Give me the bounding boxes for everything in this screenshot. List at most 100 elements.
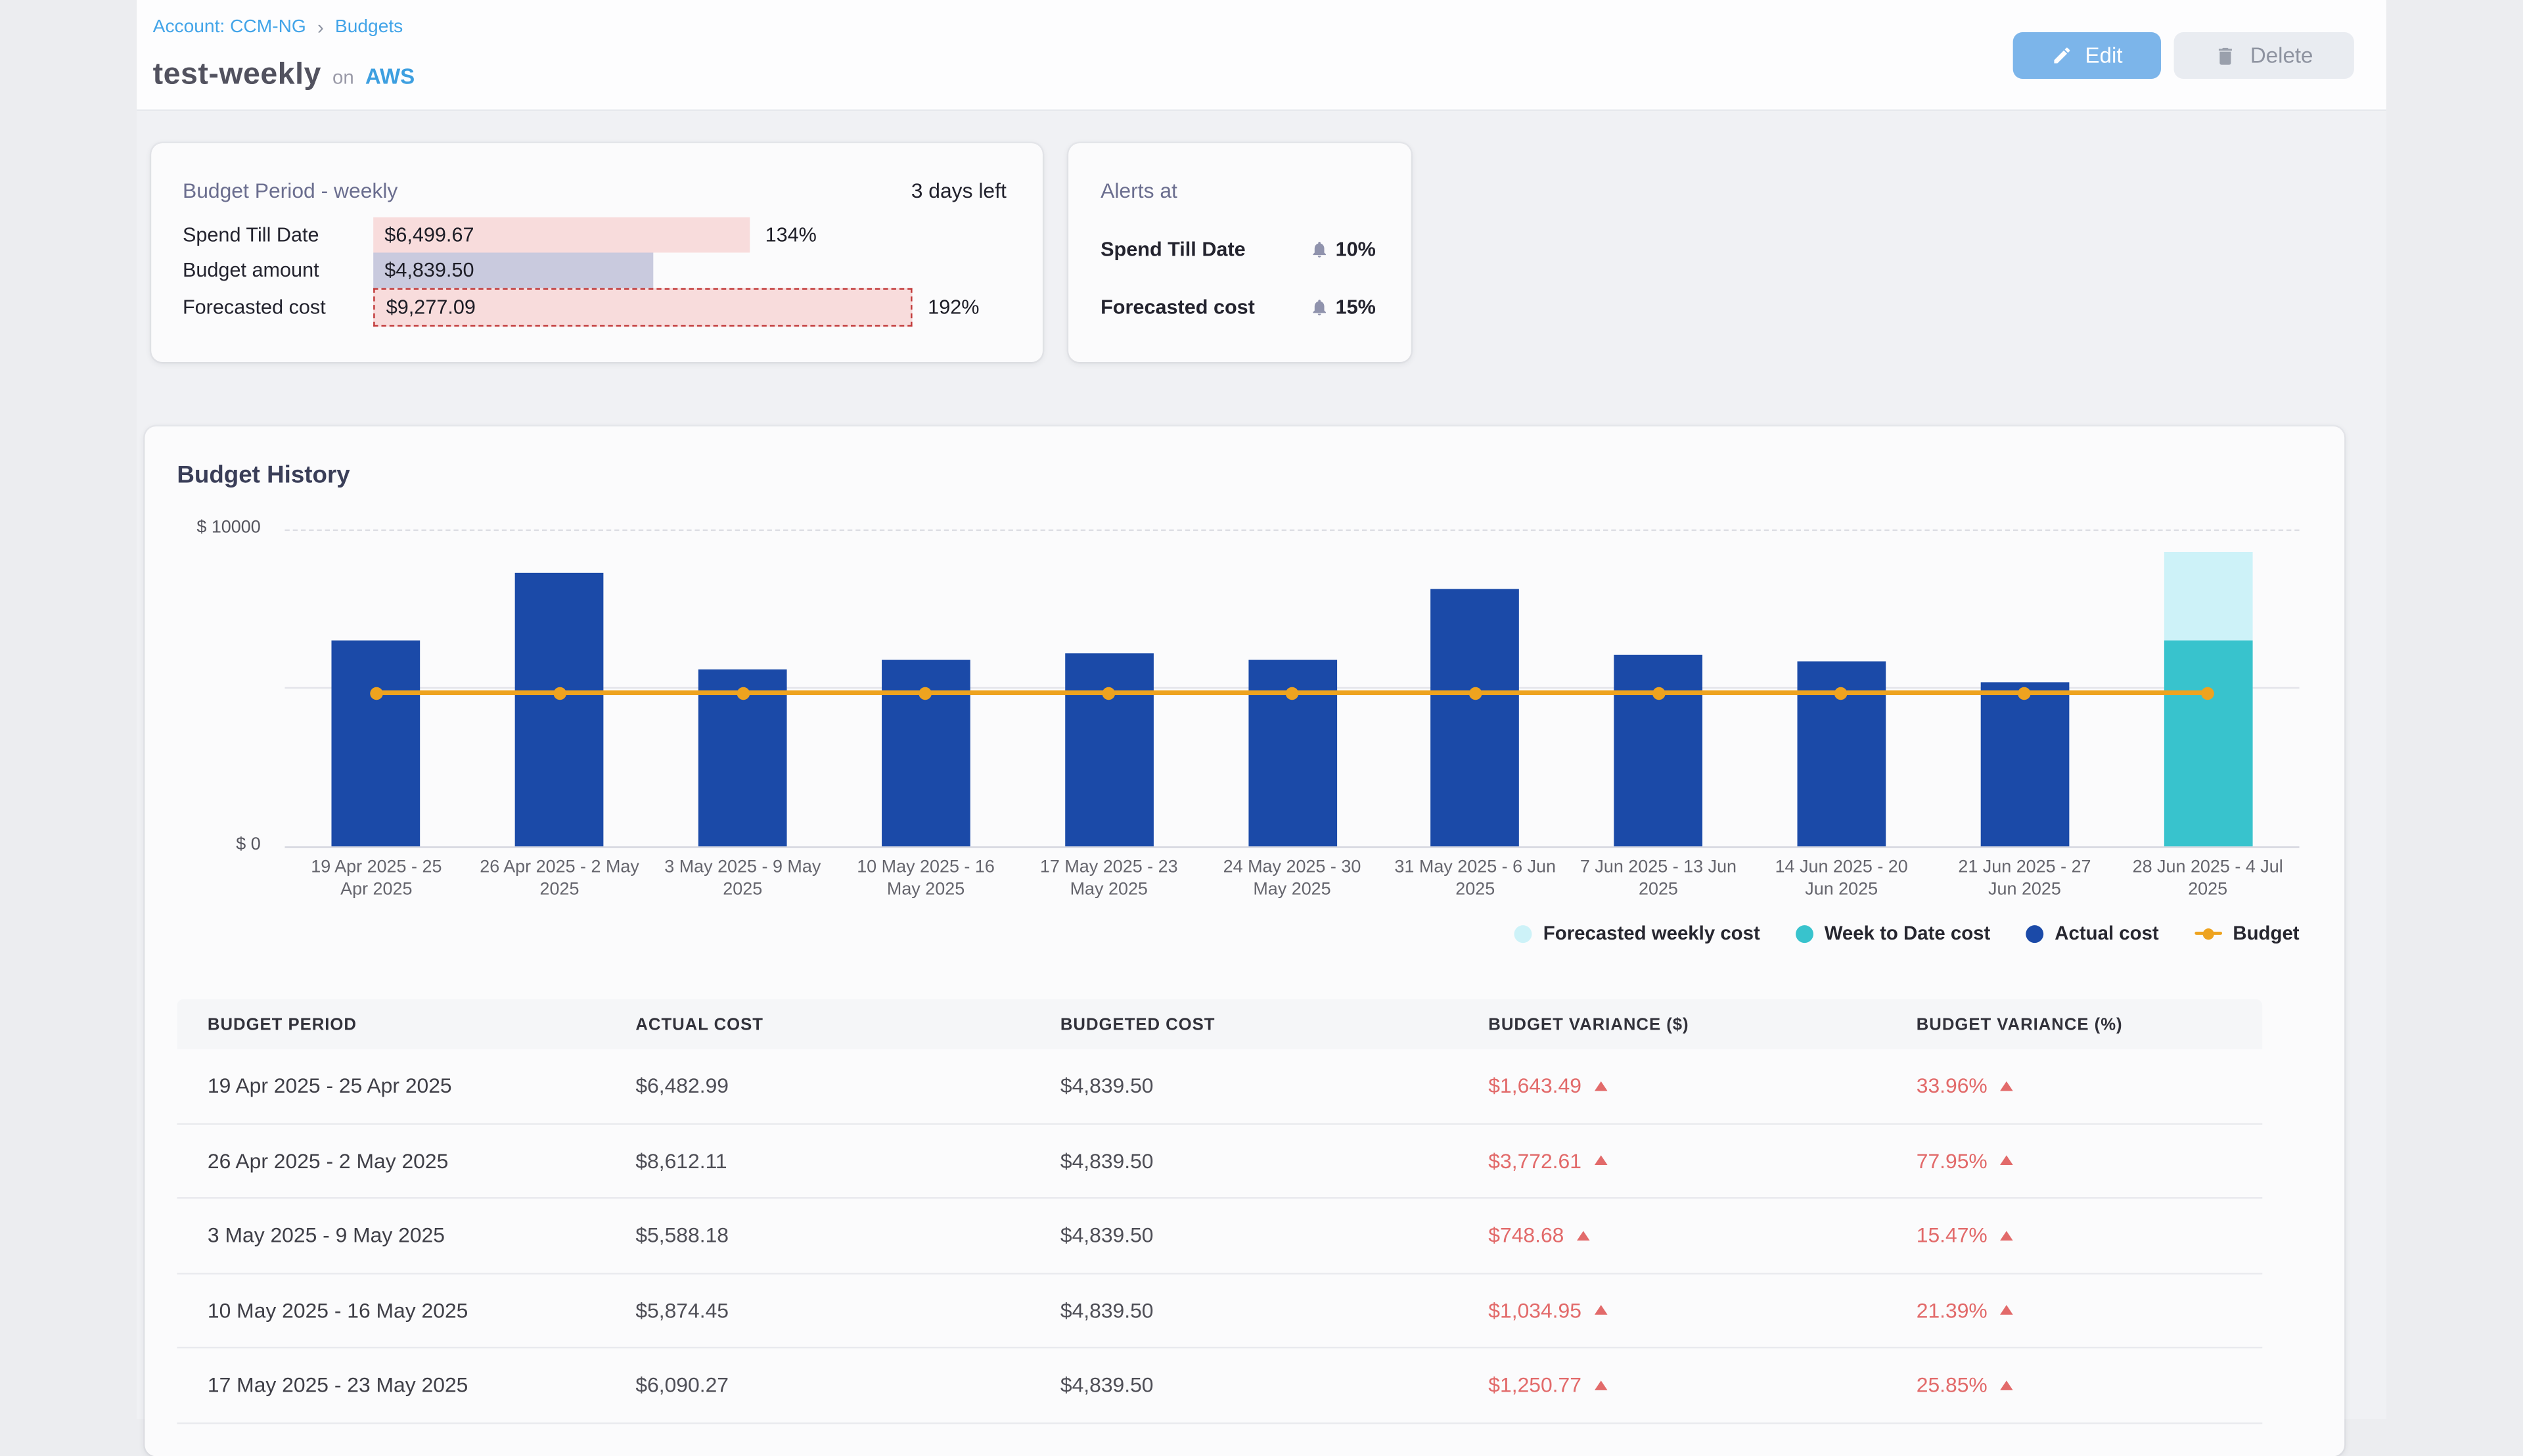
col-budget-variance-usd: BUDGET VARIANCE ($)	[1458, 1014, 1886, 1034]
table-cell: 15.47%	[1886, 1223, 2232, 1248]
breadcrumb-budgets-link[interactable]: Budgets	[335, 18, 403, 37]
breadcrumb-account-link[interactable]: Account: CCM-NG	[153, 18, 306, 37]
budget-period-title: Budget Period - weekly	[183, 179, 398, 203]
budget-history-title: Budget History	[177, 462, 350, 489]
bar-actual-cost[interactable]	[1614, 654, 1703, 846]
budget-line-point	[736, 687, 749, 700]
x-axis-label: 28 Jun 2025 - 4 Jul2025	[2116, 856, 2300, 901]
table-cell: 3 May 2025 - 9 May 2025	[177, 1223, 604, 1248]
col-budget-variance-pct: BUDGET VARIANCE (%)	[1886, 1014, 2232, 1034]
legend-item[interactable]: Forecasted weekly cost	[1514, 922, 1760, 944]
budget-line-point	[370, 687, 383, 700]
x-axis-label: 26 Apr 2025 - 2 May2025	[468, 856, 651, 901]
alert-spend-threshold: 10%	[1336, 238, 1376, 260]
table-cell: $4,839.50	[1030, 1373, 1457, 1398]
chart-legend: Forecasted weekly cost Week to Date cost A…	[1514, 922, 2300, 944]
bell-icon	[1309, 298, 1329, 317]
delete-button[interactable]: Delete	[2174, 32, 2354, 79]
page-title: test-weekly	[153, 58, 321, 93]
forecasted-cost-row: Forecasted cost $9,277.09 192%	[150, 289, 1042, 325]
table-cell: 19 Apr 2025 - 25 Apr 2025	[177, 1074, 604, 1098]
forecasted-cost-value: $9,277.09	[375, 296, 476, 318]
variance-up-icon	[2000, 1380, 2013, 1390]
x-axis-label: 7 Jun 2025 - 13 Jun2025	[1567, 856, 1750, 901]
bar-week-to-date-cost[interactable]	[2164, 641, 2252, 847]
gridline-10000	[284, 530, 2299, 531]
spend-till-date-bar: $6,499.67	[373, 216, 749, 252]
forecasted-cost-label: Forecasted cost	[183, 289, 326, 325]
variance-up-icon	[1595, 1081, 1608, 1091]
alert-row-spend: Spend Till Date 10%	[1101, 237, 1376, 262]
table-row: 26 Apr 2025 - 2 May 2025$8,612.11$4,839.…	[177, 1124, 2262, 1199]
bar-actual-cost[interactable]	[332, 641, 420, 846]
edit-button[interactable]: Edit	[2013, 32, 2161, 79]
table-cell: $5,874.45	[605, 1298, 1030, 1323]
legend-item[interactable]: Budget	[2194, 922, 2300, 944]
bar-actual-cost[interactable]	[1064, 653, 1153, 846]
bar-actual-cost[interactable]	[515, 574, 604, 846]
table-cell: 26 Apr 2025 - 2 May 2025	[177, 1149, 604, 1173]
spend-till-date-percent: 134%	[765, 216, 817, 252]
variance-up-icon	[2000, 1081, 2013, 1091]
alert-row-forecast: Forecasted cost 15%	[1101, 294, 1376, 320]
variance-up-icon	[2000, 1156, 2013, 1166]
col-actual-cost: ACTUAL COST	[605, 1014, 1030, 1034]
content-column: Account: CCM-NG › Budgets test-weekly on…	[137, 0, 2386, 1419]
table-cell: $1,250.77	[1458, 1373, 1886, 1398]
budget-period-card: Budget Period - weekly 3 days left Spend…	[150, 143, 1042, 362]
x-axis-label: 31 May 2025 - 6 Jun2025	[1384, 856, 1567, 901]
legend-item[interactable]: Actual cost	[2026, 922, 2159, 944]
budget-history-card: Budget History $ 10000 $ 0 19 Apr 2025 -…	[145, 426, 2344, 1456]
on-label: on	[332, 66, 354, 88]
table-header-row: BUDGET PERIOD ACTUAL COST BUDGETED COST …	[177, 999, 2262, 1049]
table-body: 19 Apr 2025 - 25 Apr 2025$6,482.99$4,839…	[177, 1049, 2262, 1423]
spend-till-date-value: $6,499.67	[373, 223, 474, 246]
legend-dot-icon	[1796, 924, 1813, 942]
table-cell: $4,839.50	[1030, 1223, 1457, 1248]
table-cell: $3,772.61	[1458, 1149, 1886, 1173]
table-cell: $4,839.50	[1030, 1149, 1457, 1173]
budget-line-point	[1286, 687, 1299, 700]
budget-amount-row: Budget amount $4,839.50	[150, 252, 1042, 288]
variance-up-icon	[1577, 1231, 1590, 1240]
y-axis-label-top: $ 10000	[171, 518, 261, 537]
legend-label: Budget	[2233, 922, 2299, 944]
budget-line-point	[1468, 687, 1482, 700]
x-axis-line	[284, 846, 2299, 848]
table-cell: 17 May 2025 - 23 May 2025	[177, 1373, 604, 1398]
forecasted-cost-percent: 192%	[928, 289, 979, 325]
spend-till-date-label: Spend Till Date	[183, 216, 319, 252]
table-cell: $4,839.50	[1030, 1298, 1457, 1323]
x-axis-label: 19 Apr 2025 - 25Apr 2025	[284, 856, 468, 901]
title-row: test-weekly on AWS	[153, 58, 415, 93]
x-axis-label: 21 Jun 2025 - 27Jun 2025	[1933, 856, 2116, 901]
variance-up-icon	[2000, 1231, 2013, 1240]
x-axis-label: 3 May 2025 - 9 May2025	[651, 856, 834, 901]
bar-actual-cost[interactable]	[1431, 589, 1520, 846]
days-left-label: 3 days left	[911, 179, 1007, 203]
x-axis-label: 17 May 2025 - 23May 2025	[1017, 856, 1200, 901]
delete-button-label: Delete	[2250, 43, 2313, 68]
legend-dot-icon	[2026, 924, 2043, 942]
page-header: Account: CCM-NG › Budgets test-weekly on…	[137, 0, 2386, 111]
table-row: 19 Apr 2025 - 25 Apr 2025$6,482.99$4,839…	[177, 1049, 2262, 1124]
breadcrumb: Account: CCM-NG › Budgets	[153, 16, 403, 38]
legend-label: Actual cost	[2055, 922, 2158, 944]
alert-forecast-threshold: 15%	[1336, 296, 1376, 319]
budget-amount-label: Budget amount	[183, 252, 319, 288]
col-budgeted-cost: BUDGETED COST	[1030, 1014, 1457, 1034]
budget-history-table: BUDGET PERIOD ACTUAL COST BUDGETED COST …	[177, 999, 2262, 1423]
table-cell: 10 May 2025 - 16 May 2025	[177, 1298, 604, 1323]
table-cell: 77.95%	[1886, 1149, 2232, 1173]
bar-actual-cost[interactable]	[1980, 683, 2069, 846]
budget-amount-bar: $4,839.50	[373, 252, 654, 288]
platform-label: AWS	[365, 64, 415, 89]
legend-dot-icon	[1514, 924, 1532, 942]
x-axis-label: 10 May 2025 - 16May 2025	[834, 856, 1018, 901]
table-cell: $4,839.50	[1030, 1074, 1457, 1098]
y-axis-label-bottom: $ 0	[171, 835, 261, 854]
legend-item[interactable]: Week to Date cost	[1796, 922, 1991, 944]
table-row: 17 May 2025 - 23 May 2025$6,090.27$4,839…	[177, 1348, 2262, 1423]
table-cell: $8,612.11	[605, 1149, 1030, 1173]
spend-till-date-row: Spend Till Date $6,499.67 134%	[150, 216, 1042, 252]
